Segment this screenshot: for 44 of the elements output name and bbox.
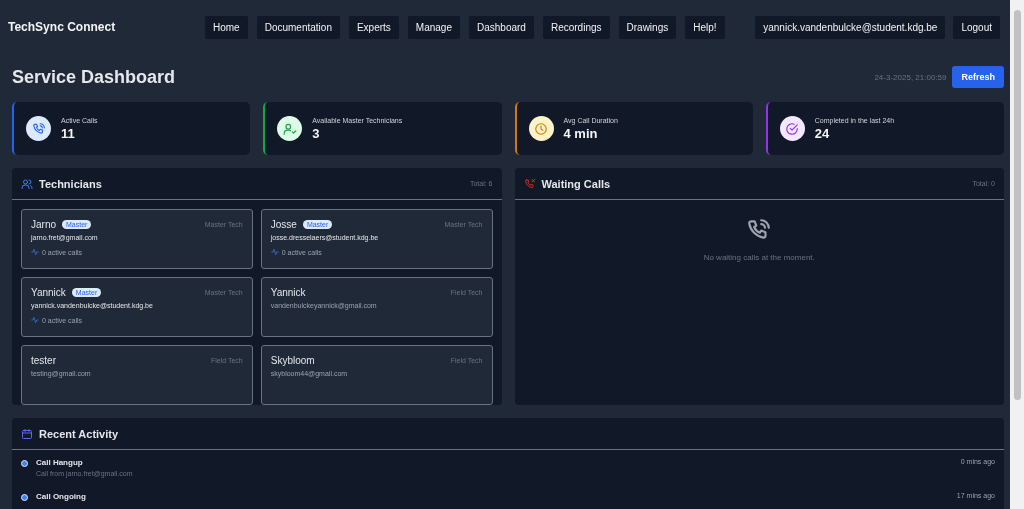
- scrollbar[interactable]: [1010, 0, 1024, 509]
- nav-link[interactable]: Experts: [348, 15, 399, 39]
- activity-dot-icon: [21, 460, 28, 467]
- nav-link[interactable]: Documentation: [256, 15, 340, 39]
- panel-title: Waiting Calls: [541, 177, 611, 190]
- page-title: Service Dashboard: [12, 66, 176, 88]
- activity-title: Call Ongoing: [36, 492, 86, 501]
- timestamp: 24-3-2025, 21:00:59: [874, 72, 947, 82]
- nav-link[interactable]: Recordings: [542, 15, 610, 39]
- nav-link[interactable]: Dashboard: [469, 15, 534, 39]
- nav-link[interactable]: Manage: [407, 15, 460, 39]
- pulse-icon: [31, 316, 39, 324]
- panel-title: Recent Activity: [39, 427, 119, 440]
- phone-icon: [31, 121, 46, 136]
- nav-link[interactable]: Drawings: [618, 15, 677, 39]
- technician-name: Yannick: [270, 287, 306, 298]
- logout-button[interactable]: Logout: [953, 15, 1000, 39]
- users-icon: [21, 177, 33, 190]
- clock-icon: [534, 121, 548, 136]
- stat-value: 11: [61, 125, 76, 141]
- user-check-icon: [282, 121, 297, 136]
- pulse-icon: [270, 248, 279, 256]
- refresh-button[interactable]: Refresh: [952, 66, 1004, 88]
- stat-value: 3: [312, 125, 321, 141]
- empty-message: No waiting calls at the moment.: [703, 253, 815, 262]
- technician-name: Josse: [270, 219, 297, 230]
- check-icon: [785, 121, 800, 136]
- technician-name: tester: [31, 355, 56, 366]
- nav-link[interactable]: Help!: [685, 15, 725, 39]
- phone-missed-icon: [523, 177, 536, 190]
- technician-name: Yannick: [31, 287, 66, 298]
- technician-name: Skybloom: [270, 355, 315, 366]
- app-logo-text[interactable]: TechSync Connect: [8, 20, 205, 34]
- activity-dot-icon: [21, 494, 28, 501]
- technician-name: Jarno: [31, 219, 56, 230]
- user-email-button[interactable]: yannick.vandenbulcke@student.kdg.be: [755, 15, 946, 39]
- activity-title: Call Hangup: [36, 458, 84, 467]
- panel-title: Technicians: [39, 177, 102, 190]
- nav-link[interactable]: Home: [205, 15, 248, 39]
- stat-value: 4 min: [563, 125, 599, 141]
- calendar-icon: [21, 427, 33, 440]
- stat-value: 24: [814, 125, 831, 141]
- scrollbar-thumb[interactable]: [1014, 10, 1021, 400]
- pulse-icon: [31, 248, 39, 256]
